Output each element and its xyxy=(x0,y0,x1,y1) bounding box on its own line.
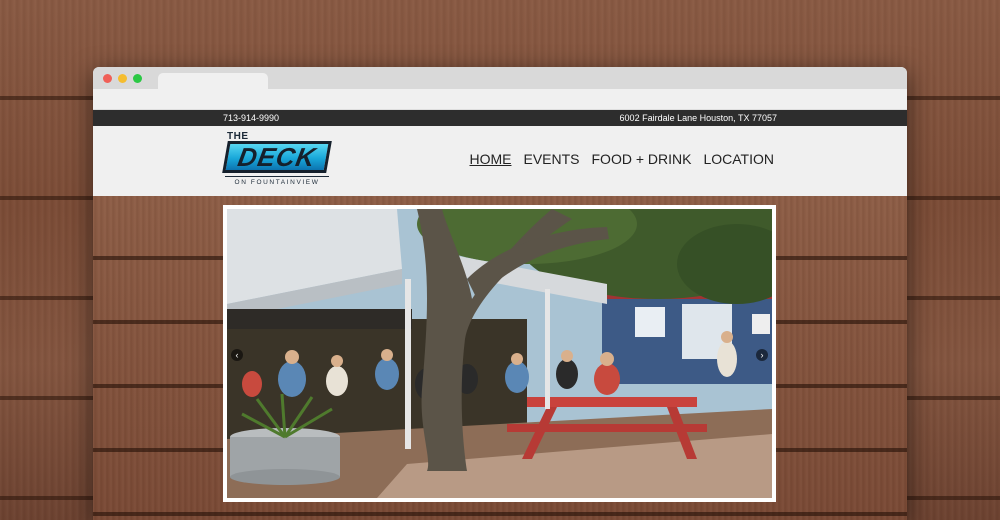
close-window-button[interactable] xyxy=(103,74,112,83)
browser-toolbar xyxy=(93,89,907,110)
browser-title-bar xyxy=(93,67,907,89)
maximize-window-button[interactable] xyxy=(133,74,142,83)
logo-subtitle: ON FOUNTAINVIEW xyxy=(225,176,329,186)
contact-bar: 713-914-9990 6002 Fairdale Lane Houston,… xyxy=(93,110,907,126)
chevron-left-icon[interactable]: ‹ xyxy=(231,349,243,361)
photo-slider[interactable]: ‹ › xyxy=(223,205,776,502)
phone-number-link[interactable]: 713-914-9990 xyxy=(223,110,279,126)
logo-deck-text: DECK xyxy=(222,141,332,173)
browser-tab[interactable] xyxy=(158,73,268,89)
nav-events[interactable]: EVENTS xyxy=(523,151,579,167)
website: 713-914-9990 6002 Fairdale Lane Houston,… xyxy=(93,110,907,520)
browser-window: 713-914-9990 6002 Fairdale Lane Houston,… xyxy=(93,67,907,520)
hero-section: ‹ › xyxy=(93,196,907,520)
nav-food-drink[interactable]: FOOD + DRINK xyxy=(592,151,692,167)
site-header: THE DECK ON FOUNTAINVIEW HOME EVENTS FOO… xyxy=(93,126,907,196)
nav-home[interactable]: HOME xyxy=(469,151,511,167)
chevron-right-icon[interactable]: › xyxy=(756,349,768,361)
site-logo[interactable]: THE DECK ON FOUNTAINVIEW xyxy=(222,131,332,188)
address-link[interactable]: 6002 Fairdale Lane Houston, TX 77057 xyxy=(620,110,777,126)
main-nav: HOME EVENTS FOOD + DRINK LOCATION xyxy=(469,151,774,167)
patio-photo xyxy=(227,209,772,498)
minimize-window-button[interactable] xyxy=(118,74,127,83)
nav-location[interactable]: LOCATION xyxy=(703,151,774,167)
